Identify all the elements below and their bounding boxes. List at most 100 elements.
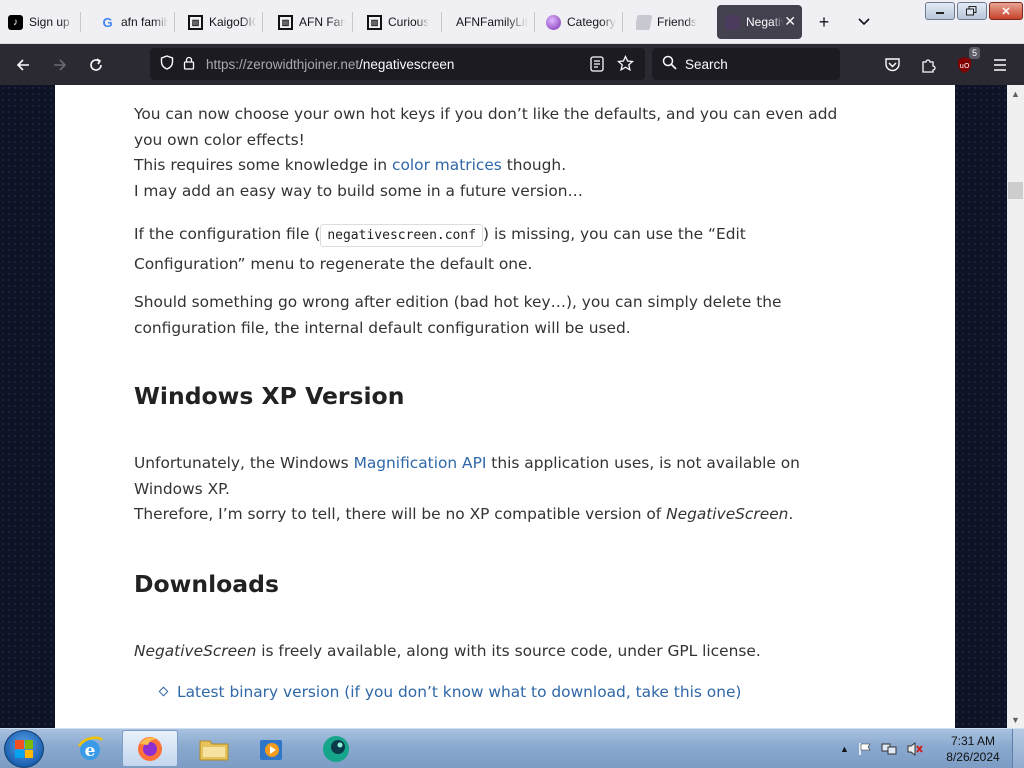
paragraph-text: Therefore, I’m sorry to tell, there will… [134, 505, 794, 523]
new-tab-button[interactable]: + [810, 8, 838, 36]
arrow-right-icon [54, 59, 67, 71]
volume-muted-icon[interactable] [906, 741, 924, 757]
close-tab-icon[interactable]: ✕ [784, 13, 796, 30]
tab-separator [80, 12, 81, 32]
scroll-up-arrow-icon[interactable]: ▲ [1007, 85, 1024, 102]
arrow-left-icon [16, 59, 29, 71]
building-icon: ▥ [278, 14, 293, 30]
search-bar[interactable]: Search [652, 48, 840, 80]
network-icon[interactable] [881, 742, 897, 756]
forward-button[interactable] [47, 52, 73, 78]
scrollbar-thumb[interactable] [1008, 182, 1023, 199]
restore-button[interactable] [957, 2, 987, 20]
tab-negativescreen-active[interactable]: NegativeScreen ✕ [717, 5, 802, 39]
vertical-scrollbar[interactable]: ▲ ▼ [1007, 85, 1024, 728]
tab-afn-family[interactable]: G afn family [100, 5, 168, 39]
minimize-button[interactable] [925, 2, 955, 20]
tab-separator [262, 12, 263, 32]
latest-binary-link[interactable]: Latest binary version (if you don’t know… [177, 683, 741, 701]
url-text[interactable]: https://zerowidthjoiner.net/negativescre… [206, 57, 454, 72]
page-icon [725, 14, 740, 30]
navigation-toolbar: https://zerowidthjoiner.net/negativescre… [0, 44, 1024, 85]
taskbar-app-green[interactable] [308, 730, 364, 767]
taskbar-media-player[interactable] [244, 730, 300, 767]
paragraph-text: I may add an easy way to build some in a… [134, 181, 583, 200]
svg-text:e: e [85, 741, 96, 761]
color-matrices-link[interactable]: color matrices [392, 156, 502, 174]
media-player-icon [260, 739, 282, 760]
tab-separator [174, 12, 175, 32]
start-button[interactable] [4, 730, 44, 768]
extensions-button[interactable] [915, 52, 941, 78]
building-icon: ▥ [188, 14, 203, 30]
google-icon: G [102, 14, 113, 30]
tab-kaigodic[interactable]: ▥ KaigoDIC [188, 5, 256, 39]
tab-friends[interactable]: Friends [636, 5, 704, 39]
scroll-down-arrow-icon[interactable]: ▼ [1007, 711, 1024, 728]
reader-view-icon[interactable] [590, 56, 604, 77]
paragraph-text: Unfortunately, the Windows Magnification… [134, 454, 800, 498]
pocket-button[interactable] [879, 52, 905, 78]
taskbar-file-explorer[interactable] [186, 730, 242, 767]
green-app-icon [323, 735, 349, 762]
menu-button[interactable] [987, 52, 1013, 78]
action-center-flag-icon[interactable] [858, 742, 872, 756]
tab-separator [534, 12, 535, 32]
bookmark-star-icon[interactable] [616, 54, 635, 77]
tab-list-button[interactable] [850, 8, 878, 36]
address-bar[interactable]: https://zerowidthjoiner.net/negativescre… [150, 48, 645, 80]
tab-separator [622, 12, 623, 32]
tab-afnfamilylife[interactable]: AFNFamilyLife [456, 5, 528, 39]
tab-curious[interactable]: ▥ Curious [367, 5, 435, 39]
taskbar-clock[interactable]: 7:31 AM 8/26/2024 [938, 733, 1008, 765]
reload-icon [90, 58, 102, 71]
building-icon: ▥ [367, 14, 382, 30]
windows-logo-icon [15, 740, 33, 758]
window-close-button[interactable]: ✕ [989, 2, 1023, 20]
paragraph-text: You can now choose your own hot keys if … [134, 105, 838, 149]
extension-badge: 5 [968, 47, 980, 59]
config-filename-code: negativescreen.conf [320, 224, 484, 247]
tab-category[interactable]: Category [546, 5, 616, 39]
puzzle-icon [921, 58, 936, 73]
paragraph-custom-hotkeys: You can now choose your own hot keys if … [134, 102, 859, 204]
paragraph-delete-config: Should something go wrong after edition … [134, 293, 782, 337]
paragraph-license: NegativeScreen is freely available, alon… [134, 642, 761, 660]
clock-date: 8/26/2024 [946, 750, 1000, 764]
url-path: /negativescreen [359, 56, 455, 72]
tab-afn-family-2[interactable]: ▥ AFN Family [278, 5, 346, 39]
paragraph-text: This requires some knowledge in color ma… [134, 156, 567, 174]
close-icon: ✕ [1001, 5, 1011, 18]
folder-icon [199, 740, 229, 760]
svg-text:uO: uO [959, 62, 969, 70]
ublock-button[interactable]: uO 5 [951, 47, 980, 78]
tiktok-icon: ♪ [8, 14, 23, 30]
back-button[interactable] [10, 52, 36, 78]
tab-separator [352, 12, 353, 32]
clock-time: 7:31 AM [950, 734, 996, 748]
tab-strip: ♪ Sign up | TikTok G afn family ▥ KaigoD… [0, 0, 1024, 44]
shield-icon[interactable] [156, 55, 178, 73]
taskbar-internet-explorer[interactable]: e [62, 730, 118, 767]
taskbar: e ▲ 7:31 AM 8/26/2024 [0, 728, 1024, 768]
heading-downloads: Downloads [134, 570, 279, 598]
show-hidden-icons-icon[interactable]: ▲ [840, 744, 849, 754]
reload-button[interactable] [83, 52, 109, 78]
internet-explorer-icon: e [77, 736, 103, 761]
article-page: You can now choose your own hot keys if … [55, 85, 955, 728]
paragraph-configuration-file: If the configuration file (negativescree… [134, 224, 746, 273]
taskbar-firefox[interactable] [122, 730, 178, 767]
list-item: Latest binary version (if you don’t know… [158, 680, 885, 706]
magnification-api-link[interactable]: Magnification API [354, 454, 487, 472]
lock-icon[interactable] [178, 56, 200, 73]
restore-icon [966, 6, 977, 16]
planet-icon [546, 14, 561, 30]
system-tray: ▲ [840, 729, 924, 768]
chevron-down-icon [858, 18, 870, 26]
tab-separator [441, 12, 442, 32]
show-desktop-button[interactable] [1012, 729, 1024, 768]
web-content: You can now choose your own hot keys if … [0, 85, 1007, 728]
search-icon [662, 55, 677, 73]
search-placeholder: Search [685, 56, 728, 72]
tab-tiktok[interactable]: ♪ Sign up | TikTok [8, 5, 74, 39]
